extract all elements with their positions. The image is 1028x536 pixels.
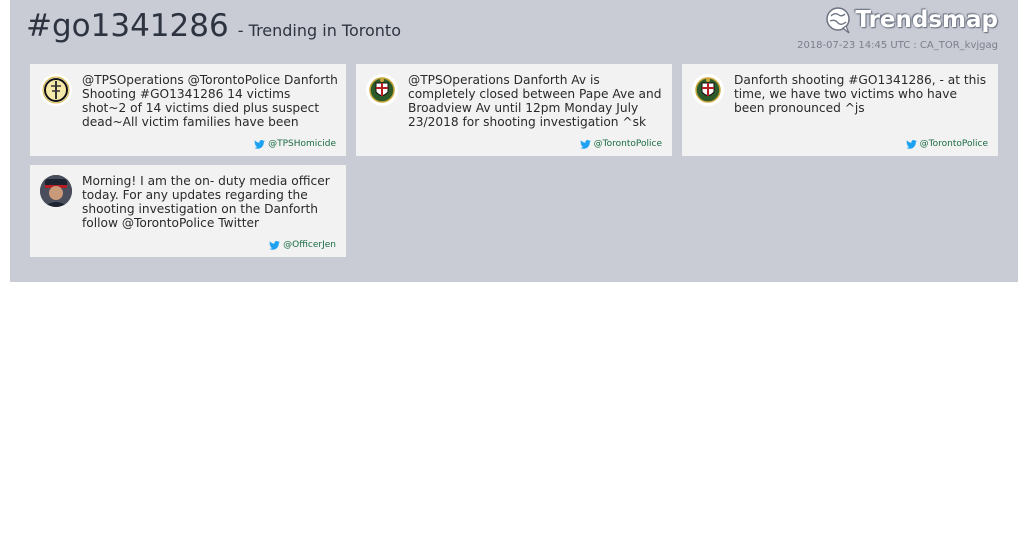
trendsmap-logo[interactable]: Trendsmap — [825, 6, 998, 34]
officer-photo-icon[interactable] — [40, 175, 72, 207]
tweet-text: @TPSOperations @TorontoPolice Danforth S… — [82, 73, 338, 129]
toronto-police-crest-icon[interactable] — [692, 74, 724, 106]
timestamp-meta: 2018-07-23 14:45 UTC : CA_TOR_kvjgag — [797, 40, 998, 51]
tweet-text: Morning! I am the on- duty media officer… — [82, 174, 330, 230]
page-title: #go1341286 - Trending in Toronto — [26, 8, 401, 44]
tweet-card[interactable]: @TPSOperations @TorontoPolice Danforth S… — [30, 64, 346, 156]
tweet-author-link[interactable]: @TorontoPolice — [579, 139, 662, 149]
logo-text: Trendsmap — [855, 7, 998, 33]
hashtag-title[interactable]: #go1341286 — [26, 8, 229, 44]
twitter-bird-icon — [254, 139, 266, 149]
trending-location: - Trending in Toronto — [237, 21, 401, 40]
author-handle[interactable]: @TorontoPolice — [594, 139, 662, 149]
tweet-author-link[interactable]: @OfficerJen — [269, 240, 336, 250]
twitter-bird-icon — [905, 139, 917, 149]
toronto-police-crest-icon[interactable] — [366, 74, 398, 106]
tweet-card[interactable]: Danforth shooting #GO1341286, - at this … — [682, 64, 998, 156]
tweet-text: Danforth shooting #GO1341286, - at this … — [734, 73, 987, 115]
trend-panel: #go1341286 - Trending in Toronto Trendsm… — [10, 0, 1018, 282]
author-handle[interactable]: @TorontoPolice — [920, 139, 988, 149]
globe-speech-icon — [826, 7, 851, 34]
twitter-bird-icon — [269, 240, 281, 250]
twitter-bird-icon — [579, 139, 591, 149]
tweet-author-link[interactable]: @TPSHomicide — [254, 139, 336, 149]
author-handle[interactable]: @OfficerJen — [283, 240, 336, 250]
tweet-card[interactable]: Morning! I am the on- duty media officer… — [30, 165, 346, 257]
tweet-author-link[interactable]: @TorontoPolice — [905, 139, 988, 149]
author-handle[interactable]: @TPSHomicide — [268, 139, 336, 149]
tweet-text: @TPSOperations Danforth Av is completely… — [408, 73, 662, 129]
tweet-card[interactable]: @TPSOperations Danforth Av is completely… — [356, 64, 672, 156]
tps-homicide-badge-icon[interactable] — [40, 74, 72, 106]
